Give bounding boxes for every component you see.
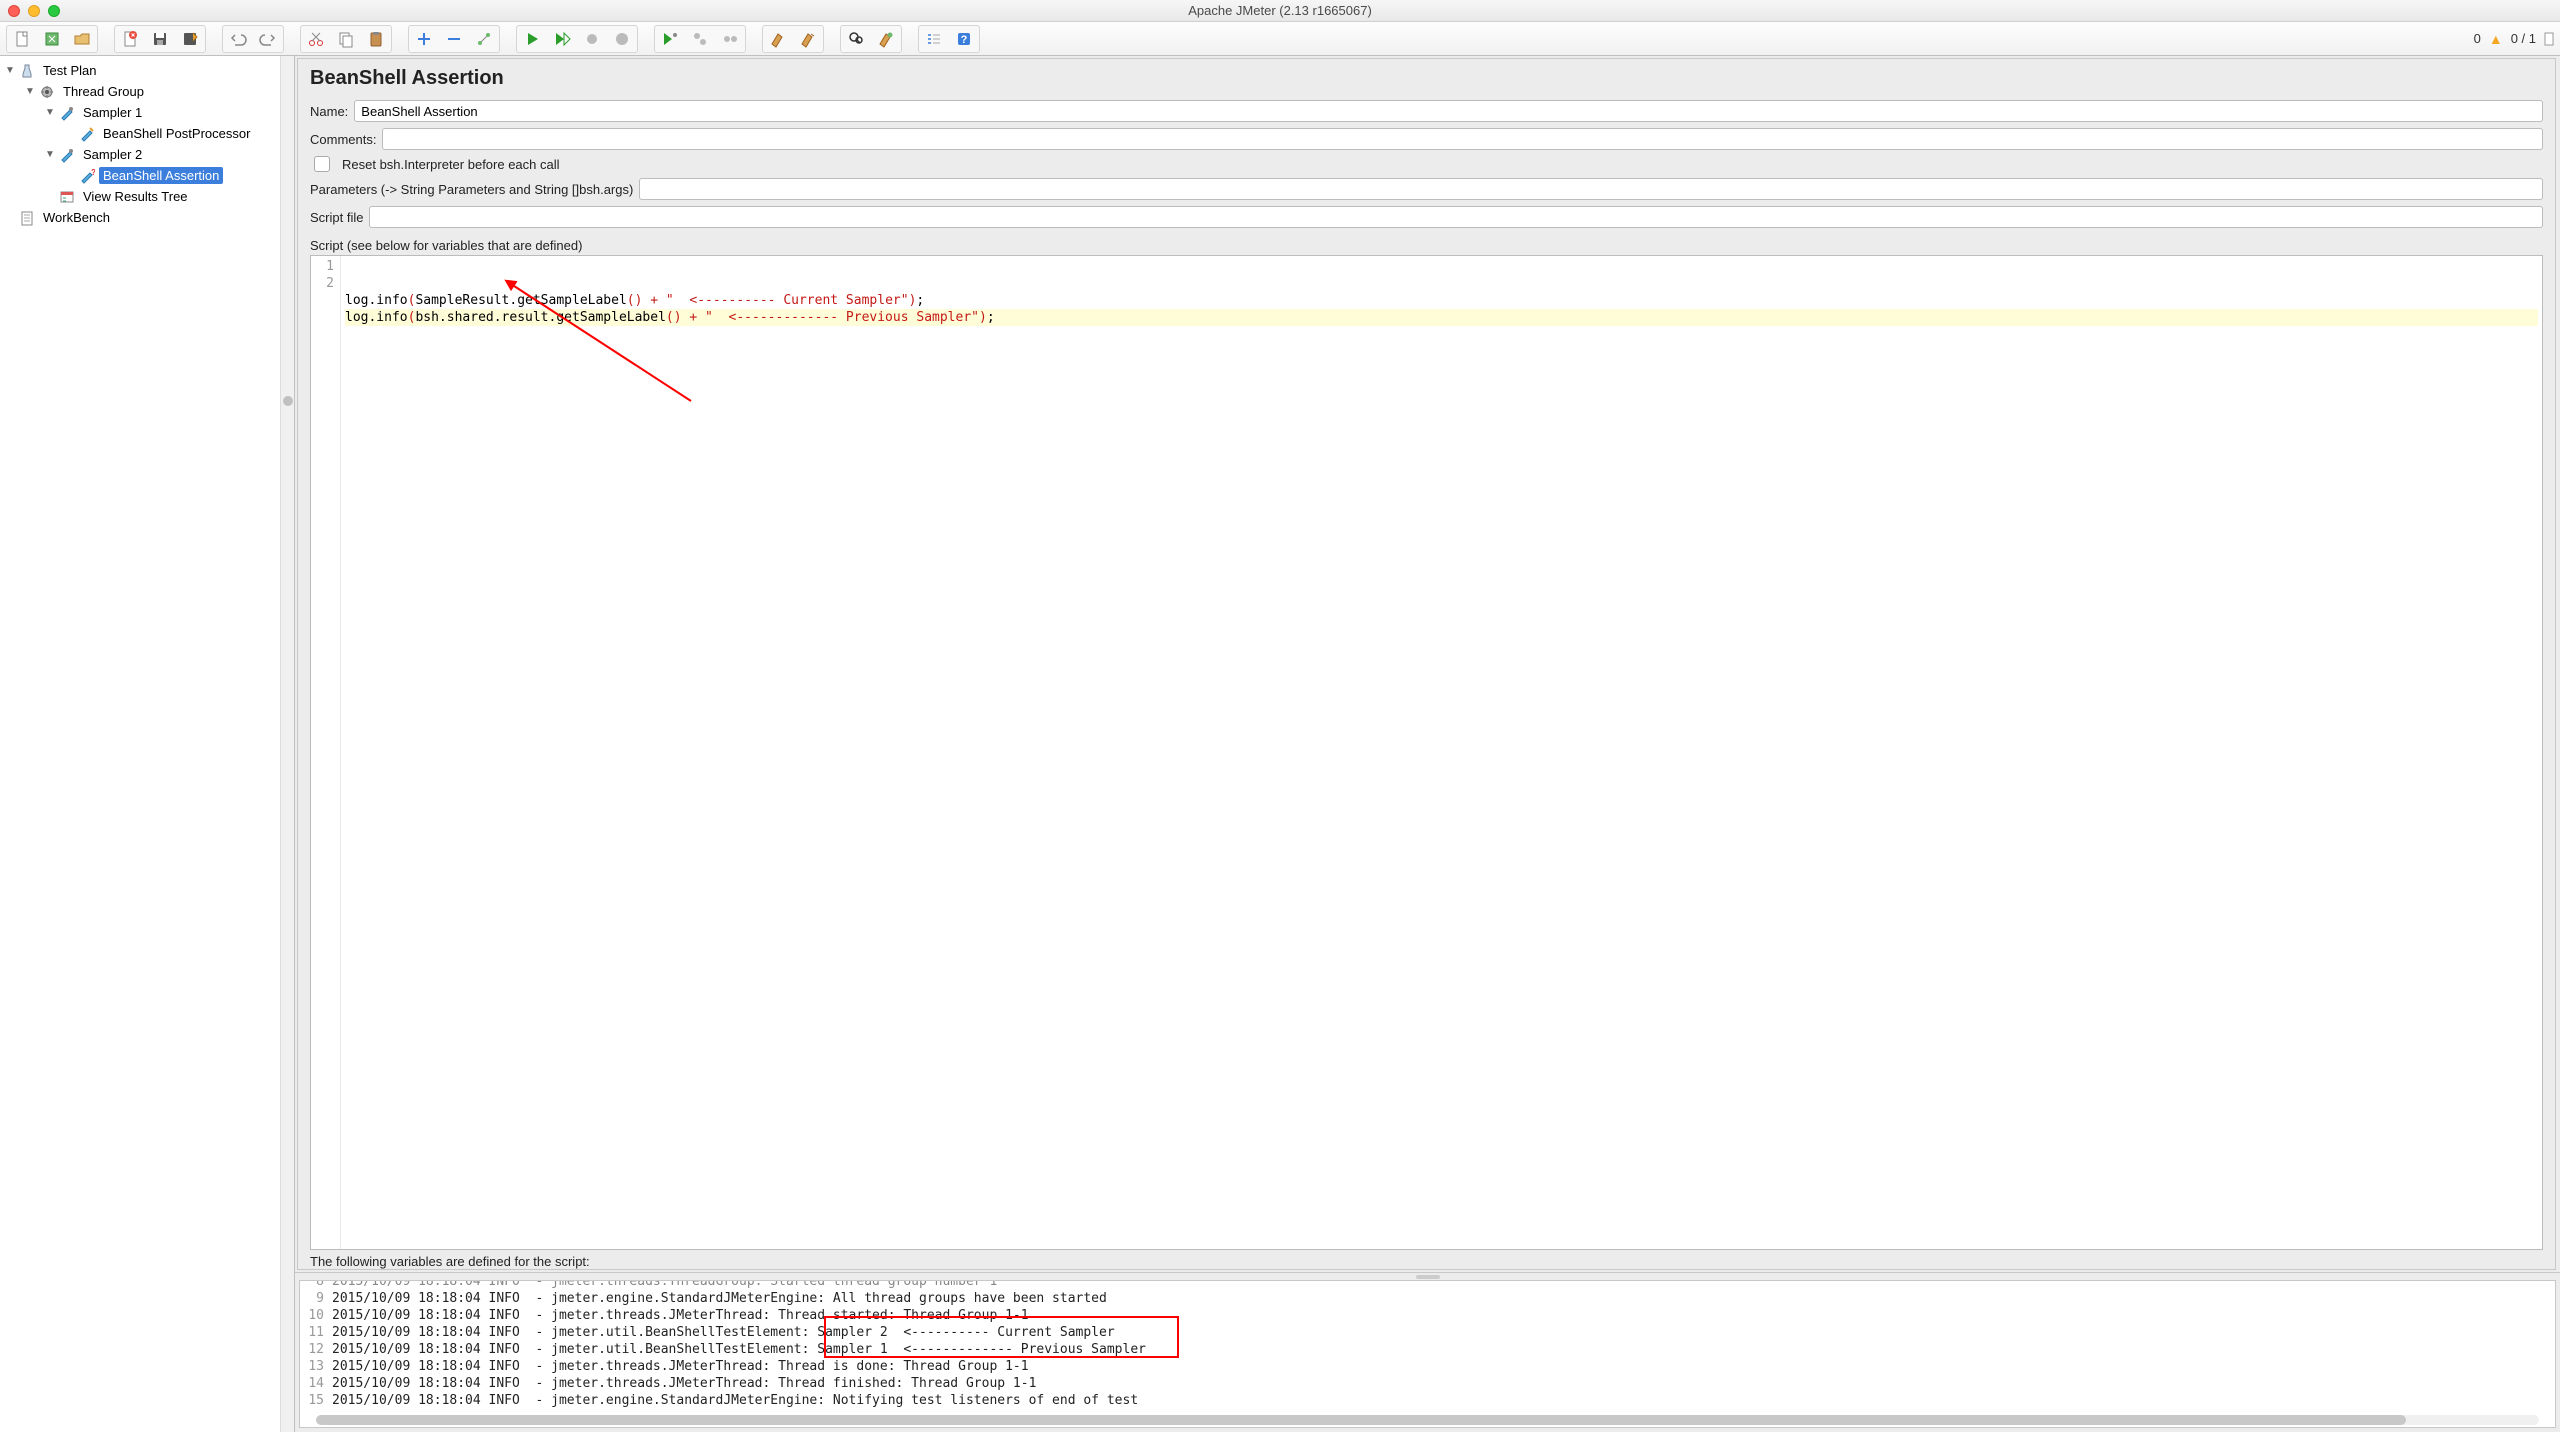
stop-button[interactable] bbox=[578, 27, 606, 51]
collapse-button[interactable] bbox=[440, 27, 468, 51]
tree-item-sampler-2[interactable]: ▼ Sampler 2 bbox=[0, 144, 294, 165]
tree-item-beanshell-assertion[interactable]: ▼ ? BeanShell Assertion bbox=[0, 165, 294, 186]
minimize-window-button[interactable] bbox=[28, 5, 40, 17]
name-input[interactable] bbox=[354, 100, 2543, 122]
tree-scrollbar[interactable] bbox=[280, 56, 294, 1432]
zoom-window-button[interactable] bbox=[48, 5, 60, 17]
disclosure-icon[interactable]: ▼ bbox=[24, 86, 36, 97]
disclosure-icon[interactable]: ▼ bbox=[44, 149, 56, 160]
remote-shutdown-button[interactable] bbox=[716, 27, 744, 51]
redo-button[interactable] bbox=[254, 27, 282, 51]
close-window-button[interactable] bbox=[8, 5, 20, 17]
tree-item-sampler-1[interactable]: ▼ Sampler 1 bbox=[0, 102, 294, 123]
disclosure-icon[interactable]: ▼ bbox=[44, 107, 56, 118]
tree-item-view-results-tree[interactable]: ▼ View Results Tree bbox=[0, 186, 294, 207]
parameters-label: Parameters (-> String Parameters and Str… bbox=[310, 182, 633, 197]
shutdown-button[interactable] bbox=[608, 27, 636, 51]
thread-group-icon bbox=[38, 84, 56, 100]
clear-all-button[interactable] bbox=[794, 27, 822, 51]
parameters-input[interactable] bbox=[639, 178, 2543, 200]
svg-text:?: ? bbox=[961, 34, 968, 46]
test-plan-icon bbox=[18, 63, 36, 79]
reset-interpreter-checkbox[interactable] bbox=[314, 156, 330, 172]
config-panel: BeanShell Assertion Name: Comments: Rese… bbox=[297, 58, 2556, 1270]
error-count: 0 bbox=[2474, 31, 2481, 46]
script-editor[interactable]: 1 2 log.info(SampleResult.getSampleLabel… bbox=[310, 255, 2543, 1250]
tree-item-test-plan[interactable]: ▼ Test Plan bbox=[0, 60, 294, 81]
warning-icon: ▲ bbox=[2489, 31, 2503, 47]
save-as-button[interactable] bbox=[176, 27, 204, 51]
window-title: Apache JMeter (2.13 r1665067) bbox=[1188, 3, 1372, 18]
paste-button[interactable] bbox=[362, 27, 390, 51]
listener-icon bbox=[58, 189, 76, 205]
comments-input[interactable] bbox=[382, 128, 2543, 150]
titlebar: Apache JMeter (2.13 r1665067) bbox=[0, 0, 2560, 22]
clear-button[interactable] bbox=[764, 27, 792, 51]
log-horizontal-scrollbar[interactable] bbox=[316, 1415, 2539, 1425]
open-button[interactable] bbox=[68, 27, 96, 51]
horizontal-splitter[interactable] bbox=[295, 1272, 2560, 1280]
script-label: Script (see below for variables that are… bbox=[310, 238, 2543, 253]
copy-button[interactable] bbox=[332, 27, 360, 51]
cut-button[interactable] bbox=[302, 27, 330, 51]
workbench-icon bbox=[18, 210, 36, 226]
start-no-pause-button[interactable] bbox=[548, 27, 576, 51]
tree-item-beanshell-postprocessor[interactable]: ▼ BeanShell PostProcessor bbox=[0, 123, 294, 144]
remote-start-button[interactable] bbox=[656, 27, 684, 51]
variables-footer: The following variables are defined for … bbox=[310, 1254, 2543, 1269]
script-file-input[interactable] bbox=[369, 206, 2543, 228]
search-button[interactable] bbox=[842, 27, 870, 51]
toolbar: ? 0 ▲ 0 / 1 bbox=[0, 22, 2560, 56]
status-indicator-icon bbox=[2544, 32, 2554, 46]
tree-item-thread-group[interactable]: ▼ Thread Group bbox=[0, 81, 294, 102]
name-label: Name: bbox=[310, 104, 348, 119]
tree-item-workbench[interactable]: ▼ WorkBench bbox=[0, 207, 294, 228]
svg-text:?: ? bbox=[91, 168, 95, 177]
comments-label: Comments: bbox=[310, 132, 376, 147]
save-button[interactable] bbox=[146, 27, 174, 51]
undo-button[interactable] bbox=[224, 27, 252, 51]
help-button[interactable]: ? bbox=[950, 27, 978, 51]
log-content: 82015/10/09 18:18:04 INFO - jmeter.threa… bbox=[300, 1280, 2555, 1409]
start-button[interactable] bbox=[518, 27, 546, 51]
templates-button[interactable] bbox=[38, 27, 66, 51]
test-plan-tree[interactable]: ▼ Test Plan ▼ Thread Group ▼ Sampler 1 ▼… bbox=[0, 56, 295, 1432]
thread-count: 0 / 1 bbox=[2511, 31, 2536, 46]
function-helper-button[interactable] bbox=[920, 27, 948, 51]
reset-search-button[interactable] bbox=[872, 27, 900, 51]
sampler-icon bbox=[58, 105, 76, 121]
assertion-icon: ? bbox=[78, 168, 96, 184]
remote-stop-button[interactable] bbox=[686, 27, 714, 51]
close-button[interactable] bbox=[116, 27, 144, 51]
editor-gutter: 1 2 bbox=[311, 256, 341, 1249]
postprocessor-icon bbox=[78, 126, 96, 142]
sampler-icon bbox=[58, 147, 76, 163]
disclosure-icon[interactable]: ▼ bbox=[4, 65, 16, 76]
reset-interpreter-label: Reset bsh.Interpreter before each call bbox=[342, 157, 560, 172]
expand-button[interactable] bbox=[410, 27, 438, 51]
page-title: BeanShell Assertion bbox=[310, 67, 2543, 90]
log-panel[interactable]: 82015/10/09 18:18:04 INFO - jmeter.threa… bbox=[299, 1280, 2556, 1428]
new-button[interactable] bbox=[8, 27, 36, 51]
toggle-button[interactable] bbox=[470, 27, 498, 51]
script-file-label: Script file bbox=[310, 210, 363, 225]
annotation-highlight-box bbox=[824, 1316, 1179, 1358]
